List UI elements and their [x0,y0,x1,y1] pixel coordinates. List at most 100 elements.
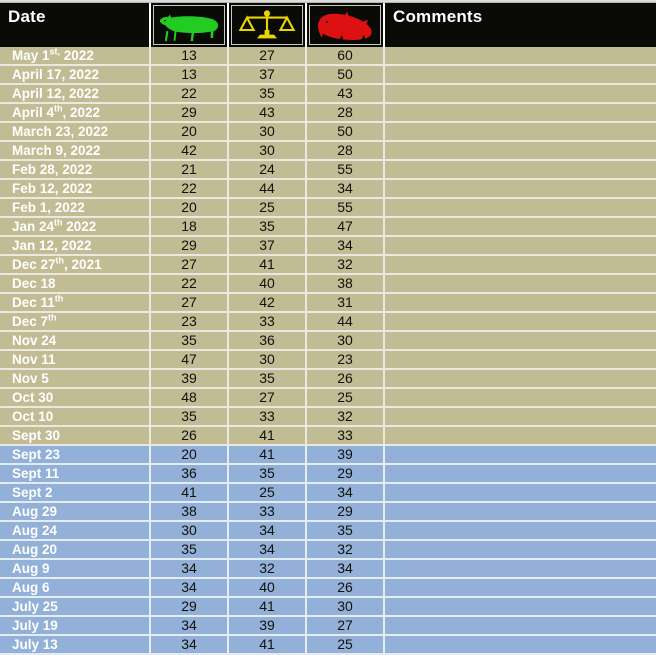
cell-comments[interactable] [384,578,656,598]
cell-bearish: 30 [306,597,385,617]
scales-icon [231,5,303,45]
date-main: Sept 30 [12,428,61,443]
cell-bearish: 43 [306,84,385,104]
cell-date: April 4th, 2022 [0,103,151,123]
table-row[interactable]: Nov 24 35 36 30 [0,331,656,351]
cell-comments[interactable] [384,293,656,313]
table-row[interactable]: Nov 5 39 35 26 [0,369,656,389]
table-row[interactable]: Feb 1, 2022 20 25 55 [0,198,656,218]
cell-neutral: 25 [228,198,307,218]
table-row[interactable]: Aug 6 34 40 26 [0,578,656,598]
table-row[interactable]: Sept 11 36 35 29 [0,464,656,484]
table-row[interactable]: Feb 12, 2022 22 44 34 [0,179,656,199]
cell-comments[interactable] [384,122,656,142]
table-row[interactable]: July 19 34 39 27 [0,616,656,636]
table-row[interactable]: Nov 11 47 30 23 [0,350,656,370]
date-tail: 2022 [62,219,97,234]
cell-comments[interactable] [384,597,656,617]
cell-date: Sept 11 [0,464,151,484]
cell-comments[interactable] [384,483,656,503]
cell-neutral: 27 [228,388,307,408]
table-row[interactable]: Feb 28, 2022 21 24 55 [0,160,656,180]
cell-date: Sept 2 [0,483,151,503]
cell-comments[interactable] [384,502,656,522]
cell-neutral: 41 [228,597,307,617]
date-main: Oct 30 [12,390,54,405]
cell-comments[interactable] [384,65,656,85]
date-ordinal-suffix: th [55,255,65,266]
table-row[interactable]: Sept 30 26 41 33 [0,426,656,446]
cell-bullish: 18 [150,217,229,237]
cell-date: Oct 30 [0,388,151,408]
table-row[interactable]: March 23, 2022 20 30 50 [0,122,656,142]
column-header-date[interactable]: Date [0,3,151,47]
cell-comments[interactable] [384,559,656,579]
table-row[interactable]: Dec 11th 27 42 31 [0,293,656,313]
cell-neutral: 39 [228,616,307,636]
cell-comments[interactable] [384,464,656,484]
cell-neutral: 35 [228,369,307,389]
cell-comments[interactable] [384,236,656,256]
table-row[interactable]: Aug 20 35 34 32 [0,540,656,560]
cell-date: Jan 12, 2022 [0,236,151,256]
cell-comments[interactable] [384,635,656,655]
column-header-neutral[interactable] [228,3,307,47]
table-row[interactable]: March 9, 2022 42 30 28 [0,141,656,161]
column-header-bearish[interactable] [306,3,385,47]
cell-comments[interactable] [384,388,656,408]
table-row[interactable]: May 1st, 2022 13 27 60 [0,47,656,66]
cell-bullish: 29 [150,103,229,123]
cell-comments[interactable] [384,141,656,161]
cell-comments[interactable] [384,521,656,541]
cell-comments[interactable] [384,160,656,180]
table-row[interactable]: Oct 10 35 33 32 [0,407,656,427]
cell-comments[interactable] [384,426,656,446]
table-row[interactable]: Dec 7th 23 33 44 [0,312,656,332]
table-row[interactable]: April 12, 2022 22 35 43 [0,84,656,104]
cell-comments[interactable] [384,312,656,332]
table-row[interactable]: Sept 2 41 25 34 [0,483,656,503]
column-header-comments[interactable]: Comments [383,3,656,47]
table-row[interactable]: April 4th, 2022 29 43 28 [0,103,656,123]
cell-neutral: 37 [228,65,307,85]
cell-comments[interactable] [384,198,656,218]
table-row[interactable]: Jan 24th 2022 18 35 47 [0,217,656,237]
cell-comments[interactable] [384,47,656,66]
cell-bearish: 34 [306,179,385,199]
cell-bearish: 34 [306,559,385,579]
date-main: July 13 [12,637,58,652]
table-row[interactable]: Sept 23 20 41 39 [0,445,656,465]
cell-comments[interactable] [384,255,656,275]
cell-neutral: 25 [228,483,307,503]
cell-comments[interactable] [384,217,656,237]
date-main: Aug 9 [12,561,50,576]
cell-date: Aug 6 [0,578,151,598]
cell-bullish: 21 [150,160,229,180]
cell-comments[interactable] [384,445,656,465]
cell-comments[interactable] [384,103,656,123]
table-row[interactable]: April 17, 2022 13 37 50 [0,65,656,85]
cell-comments[interactable] [384,350,656,370]
cell-comments[interactable] [384,616,656,636]
table-row[interactable]: July 13 34 41 25 [0,635,656,655]
column-header-bullish[interactable] [150,3,229,47]
table-row[interactable]: Aug 29 38 33 29 [0,502,656,522]
date-main: Dec 18 [12,276,56,291]
cell-comments[interactable] [384,407,656,427]
table-row[interactable]: Oct 30 48 27 25 [0,388,656,408]
cell-comments[interactable] [384,84,656,104]
cell-comments[interactable] [384,540,656,560]
table-row[interactable]: July 25 29 41 30 [0,597,656,617]
table-body: May 1st, 2022 13 27 60 April 17, 2022 13 37 50 A… [0,47,656,655]
cell-comments[interactable] [384,179,656,199]
cell-comments[interactable] [384,274,656,294]
table-row[interactable]: Aug 24 30 34 35 [0,521,656,541]
table-row[interactable]: Dec 18 22 40 38 [0,274,656,294]
cell-comments[interactable] [384,369,656,389]
table-row[interactable]: Aug 9 34 32 34 [0,559,656,579]
table-row[interactable]: Jan 12, 2022 29 37 34 [0,236,656,256]
date-main: July 19 [12,618,58,633]
date-main: Dec 7 [12,314,49,329]
cell-comments[interactable] [384,331,656,351]
table-row[interactable]: Dec 27th, 2021 27 41 32 [0,255,656,275]
